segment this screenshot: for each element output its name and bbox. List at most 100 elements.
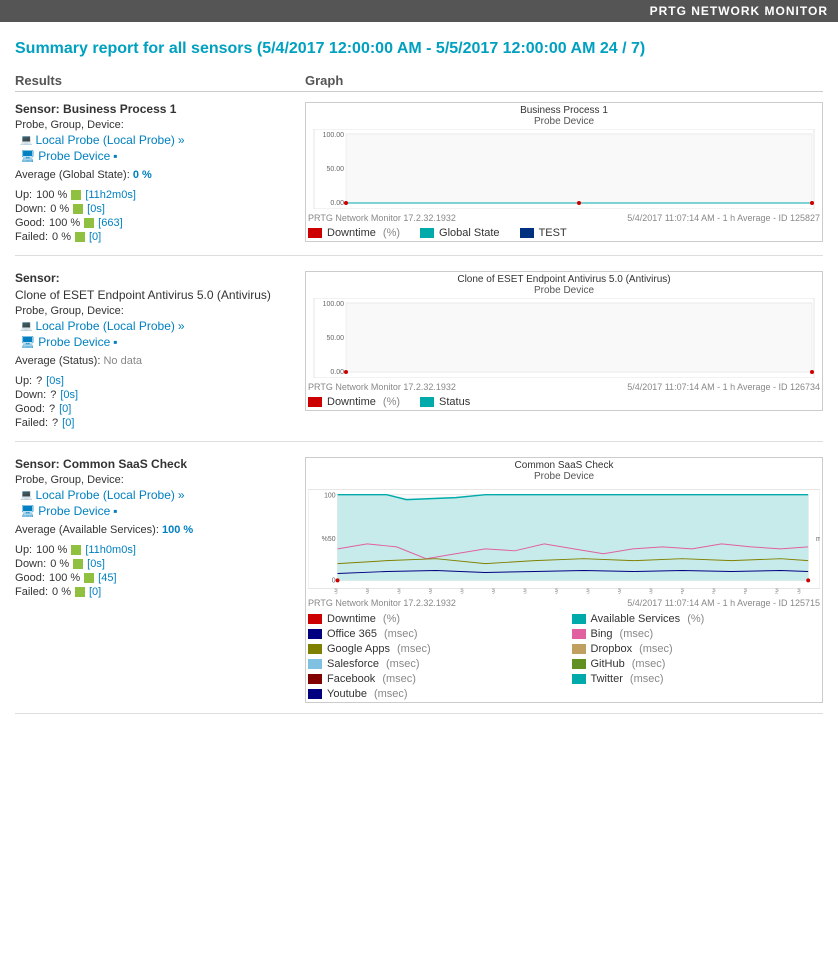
svg-text:4:00 AM: 4:00 AM bbox=[428, 588, 434, 594]
chart-svg-3: 100 50 0 % 1,000 0 msec bbox=[308, 484, 820, 594]
svg-text:9:00 AM: 9:00 AM bbox=[586, 588, 592, 594]
chart-2: 100.00 50.00 0.00 1:00 AM 3:00 AM 5:00 A… bbox=[308, 298, 820, 381]
stat-up-3: Up: 100 % [11h0m0s] bbox=[15, 544, 305, 556]
svg-text:6:00 AM: 6:00 AM bbox=[491, 588, 497, 594]
graph-area-3: Common SaaS Check Probe Device 100 50 0 … bbox=[305, 457, 823, 703]
graph-title-3: Common SaaS Check bbox=[308, 460, 820, 471]
probe-group-label-1: Probe, Group, Device: bbox=[15, 119, 305, 131]
legend-entry-test-1: TEST bbox=[520, 227, 567, 239]
svg-text:8:00 AM: 8:00 AM bbox=[554, 588, 560, 594]
svg-text:50.00: 50.00 bbox=[326, 335, 344, 342]
graph-col-3: Common SaaS Check Probe Device 100 50 0 … bbox=[305, 457, 823, 703]
svg-text:50.00: 50.00 bbox=[326, 166, 344, 173]
legend-2: Downtime (%) Status bbox=[308, 396, 820, 408]
stat-good-3: Good: 100 % [45] bbox=[15, 572, 305, 584]
report-title: Summary report for all sensors (5/4/2017… bbox=[15, 40, 823, 58]
svg-text:100.00: 100.00 bbox=[323, 132, 345, 139]
graph-area-2: Clone of ESET Endpoint Antivirus 5.0 (An… bbox=[305, 271, 823, 411]
probe-link-3[interactable]: 💻 Local Probe (Local Probe) » bbox=[20, 488, 305, 502]
stat-good-2: Good: ? [0] bbox=[15, 403, 305, 415]
svg-text:msec: msec bbox=[816, 536, 820, 543]
sensor-block-1: Sensor: Business Process 1 Probe, Group,… bbox=[15, 97, 823, 256]
svg-text:2:00 AM: 2:00 AM bbox=[365, 588, 371, 594]
svg-text:12:00 AM: 12:00 AM bbox=[796, 588, 802, 594]
chart-1: 100.00 50.00 0.00 bbox=[308, 129, 820, 212]
svg-text:1:00 AM: 1:00 AM bbox=[334, 588, 340, 594]
device-link-3[interactable]: 🖥 Probe Device ▪ bbox=[20, 504, 305, 518]
stat-failed-3: Failed: 0 % [0] bbox=[15, 586, 305, 598]
average-line-2: Average (Status): No data bbox=[15, 355, 305, 367]
svg-text:%: % bbox=[322, 536, 328, 543]
average-line-1: Average (Global State): 0 % bbox=[15, 169, 305, 181]
legend-entry-availservices-3: Available Services (%) bbox=[572, 613, 821, 625]
svg-text:10:00 AM: 10:00 AM bbox=[617, 588, 623, 594]
svg-text:11:00 AM: 11:00 AM bbox=[649, 588, 655, 594]
legend-entry-bing-3: Bing (msec) bbox=[572, 628, 821, 640]
svg-text:5:00 AM: 5:00 AM bbox=[460, 588, 466, 594]
probe-icon-1: 💻 bbox=[20, 135, 32, 146]
stat-up-1: Up: 100 % [11h2m0s] bbox=[15, 189, 305, 201]
legend-entry-youtube-3: Youtube (msec) bbox=[308, 688, 557, 700]
svg-text:100.00: 100.00 bbox=[323, 301, 345, 308]
probe-link-1[interactable]: 💻 Local Probe (Local Probe) » bbox=[20, 133, 305, 147]
legend-entry-twitter-3: Twitter (msec) bbox=[572, 673, 821, 685]
graph-subtitle-1: Probe Device bbox=[308, 116, 820, 127]
legend-entry-globalstate-1: Global State bbox=[420, 227, 500, 239]
graph-subtitle-3: Probe Device bbox=[308, 471, 820, 482]
legend-1: Downtime (%) Global State TEST bbox=[308, 227, 820, 239]
legend-3: Downtime (%) Available Services (%) Offi… bbox=[308, 613, 820, 700]
legend-entry-dropbox-3: Dropbox (msec) bbox=[572, 643, 821, 655]
svg-text:0.00: 0.00 bbox=[330, 369, 344, 376]
app-title: PRTG NETWORK MONITOR bbox=[650, 4, 828, 18]
stat-down-2: Down: ? [0s] bbox=[15, 389, 305, 401]
svg-text:0: 0 bbox=[332, 577, 336, 584]
graph-area-1: Business Process 1 Probe Device 100.00 5… bbox=[305, 102, 823, 242]
device-link-1[interactable]: 🖥 Probe Device ▪ bbox=[20, 149, 305, 163]
device-icon-2: 🖥 bbox=[20, 335, 35, 349]
svg-text:3:00 PM: 3:00 PM bbox=[775, 588, 781, 594]
legend-entry-googleapps-3: Google Apps (msec) bbox=[308, 643, 557, 655]
chart-footer-3: PRTG Network Monitor 17.2.32.1932 5/4/20… bbox=[308, 598, 820, 608]
probe-group-label-3: Probe, Group, Device: bbox=[15, 474, 305, 486]
legend-entry-downtime-1: Downtime (%) bbox=[308, 227, 400, 239]
stat-good-1: Good: 100 % [663] bbox=[15, 217, 305, 229]
sensor-name-3: Sensor: Common SaaS Check bbox=[15, 457, 305, 471]
chart-footer-2: PRTG Network Monitor 17.2.32.1932 5/4/20… bbox=[308, 382, 820, 392]
top-bar: PRTG NETWORK MONITOR bbox=[0, 0, 838, 22]
sensor-name-2: Sensor: bbox=[15, 271, 305, 285]
sensor-name-1: Sensor: Business Process 1 bbox=[15, 102, 305, 116]
probe-icon-2: 💻 bbox=[20, 321, 32, 332]
svg-text:3:00 AM: 3:00 AM bbox=[397, 588, 403, 594]
stat-down-1: Down: 0 % [0s] bbox=[15, 203, 305, 215]
svg-text:12:00 PM: 12:00 PM bbox=[680, 588, 686, 594]
device-icon-1: 🖥 bbox=[20, 149, 35, 163]
graph-subtitle-2: Probe Device bbox=[308, 285, 820, 296]
graph-title-1: Business Process 1 bbox=[308, 105, 820, 116]
col-results-header: Results bbox=[15, 73, 305, 88]
legend-entry-facebook-3: Facebook (msec) bbox=[308, 673, 557, 685]
results-col-3: Sensor: Common SaaS Check Probe, Group, … bbox=[15, 457, 305, 703]
sensor-block-2: Sensor: Clone of ESET Endpoint Antivirus… bbox=[15, 266, 823, 442]
legend-entry-office365-3: Office 365 (msec) bbox=[308, 628, 557, 640]
results-col-1: Sensor: Business Process 1 Probe, Group,… bbox=[15, 102, 305, 245]
device-link-2[interactable]: 🖥 Probe Device ▪ bbox=[20, 335, 305, 349]
probe-icon-3: 💻 bbox=[20, 490, 32, 501]
probe-group-label-2: Probe, Group, Device: bbox=[15, 305, 305, 317]
average-line-3: Average (Available Services): 100 % bbox=[15, 524, 305, 536]
graph-col-1: Business Process 1 Probe Device 100.00 5… bbox=[305, 102, 823, 245]
legend-entry-status-2: Status bbox=[420, 396, 470, 408]
probe-link-2[interactable]: 💻 Local Probe (Local Probe) » bbox=[20, 319, 305, 333]
svg-text:1:00 PM: 1:00 PM bbox=[712, 588, 718, 594]
sensor-name-multiline-2: Clone of ESET Endpoint Antivirus 5.0 (An… bbox=[15, 288, 305, 302]
graph-title-2: Clone of ESET Endpoint Antivirus 5.0 (An… bbox=[308, 274, 820, 285]
device-icon-3: 🖥 bbox=[20, 504, 35, 518]
stat-failed-2: Failed: ? [0] bbox=[15, 417, 305, 429]
col-graph-header: Graph bbox=[305, 73, 823, 88]
chart-svg-2: 100.00 50.00 0.00 1:00 AM 3:00 AM 5:00 A… bbox=[308, 298, 820, 378]
sensor-block-3: Sensor: Common SaaS Check Probe, Group, … bbox=[15, 452, 823, 714]
chart-3: 100 50 0 % 1,000 0 msec bbox=[308, 484, 820, 597]
legend-entry-downtime-3: Downtime (%) bbox=[308, 613, 557, 625]
svg-text:7:00 AM: 7:00 AM bbox=[523, 588, 529, 594]
legend-entry-salesforce-3: Salesforce (msec) bbox=[308, 658, 557, 670]
svg-text:100: 100 bbox=[324, 493, 336, 500]
